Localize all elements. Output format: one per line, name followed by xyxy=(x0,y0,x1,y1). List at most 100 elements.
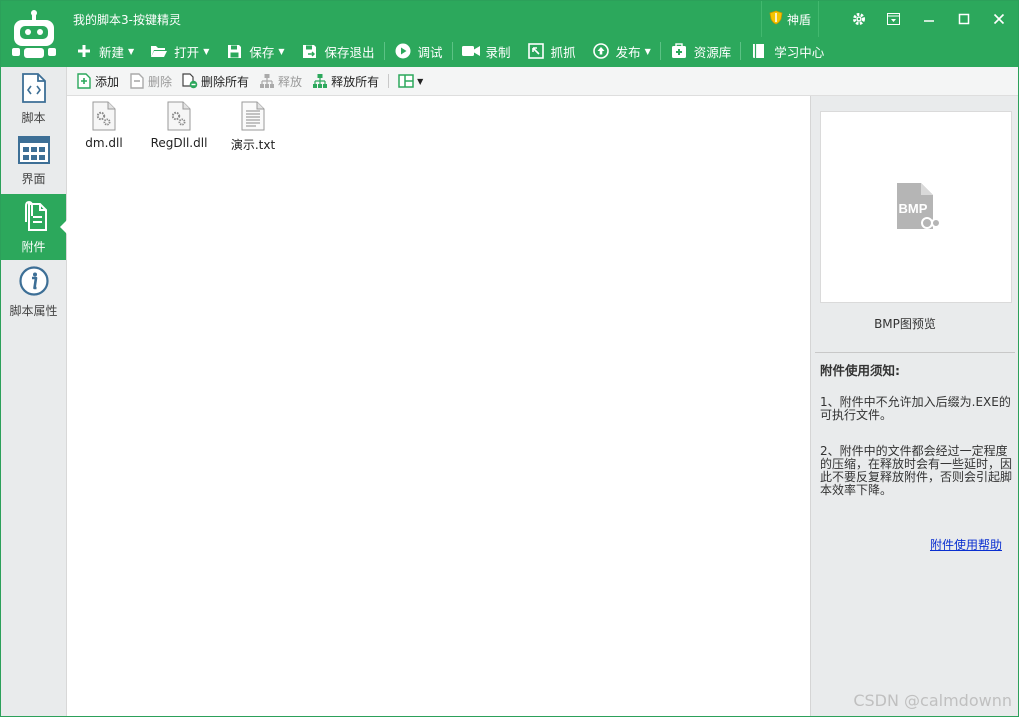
publish-label: 发布 xyxy=(615,44,641,60)
save-exit-icon xyxy=(301,42,319,60)
title-toolbar-bar: 我的脚本3-按键精灵 神盾 新建 ▼ 打开 ▼ 保存 ▼ 保存退出 调试 录制 … xyxy=(1,1,1018,67)
save-exit-label: 保存退出 xyxy=(324,44,375,60)
file-item[interactable]: RegDll.dll xyxy=(142,101,216,150)
capture-label: 抓抓 xyxy=(550,44,576,60)
sidebar-item-label: 脚本 xyxy=(21,111,46,125)
delete-label: 删除 xyxy=(148,74,173,89)
open-button[interactable]: 打开 ▼ xyxy=(142,37,217,65)
settings-button[interactable] xyxy=(841,1,876,37)
release-all-tree-icon xyxy=(312,73,328,89)
shield-button[interactable]: 神盾 xyxy=(761,1,819,37)
delete-attachment-button[interactable]: 删除 xyxy=(124,67,177,96)
panel-divider xyxy=(815,352,1015,353)
debug-button[interactable]: 调试 xyxy=(386,37,451,65)
release-all-button[interactable]: 释放所有 xyxy=(307,67,384,96)
window-title: 我的脚本3-按键精灵 xyxy=(73,13,181,27)
app-window: 我的脚本3-按键精灵 神盾 新建 ▼ 打开 ▼ 保存 ▼ 保存退出 调试 录制 … xyxy=(0,0,1019,717)
resource-library-label: 资源库 xyxy=(693,44,732,60)
chevron-down-icon: ▼ xyxy=(278,46,285,56)
gear-icon xyxy=(852,13,865,25)
publish-button[interactable]: 发布 ▼ xyxy=(584,37,659,65)
resource-box-icon xyxy=(670,42,688,60)
window-controls xyxy=(841,1,1016,37)
record-button[interactable]: 录制 xyxy=(454,37,519,65)
chevron-down-icon: ▼ xyxy=(644,46,651,56)
chevron-down-icon: ▼ xyxy=(417,76,424,86)
file-item[interactable]: dm.dll xyxy=(67,101,141,150)
sidebar-item-interface[interactable]: 界面 xyxy=(1,130,66,196)
file-name: 演示.txt xyxy=(230,138,276,152)
close-icon xyxy=(993,13,1004,25)
release-tree-icon xyxy=(259,73,275,89)
close-button[interactable] xyxy=(981,1,1016,37)
save-button[interactable]: 保存 ▼ xyxy=(217,37,292,65)
bmp-preview-box: BMP xyxy=(820,111,1012,303)
attachment-toolbar: 添加 删除 删除所有 释放 释放所有 ▼ xyxy=(67,67,1018,96)
toolbar-divider xyxy=(451,42,453,60)
chevron-down-icon: ▼ xyxy=(203,46,210,56)
add-attachment-button[interactable]: 添加 xyxy=(71,67,124,96)
toolbar-divider xyxy=(659,42,661,60)
interface-icon xyxy=(17,136,50,164)
add-file-icon xyxy=(76,73,92,89)
sidebar-item-script[interactable]: 脚本 xyxy=(1,67,66,133)
bmp-file-icon: BMP xyxy=(897,183,941,229)
debug-label: 调试 xyxy=(417,44,443,60)
resource-library-button[interactable]: 资源库 xyxy=(662,37,740,65)
capture-icon xyxy=(527,42,545,60)
learning-center-button[interactable]: 学习中心 xyxy=(742,37,832,65)
chevron-down-icon: ▼ xyxy=(128,46,135,56)
delete-all-files-icon xyxy=(182,73,198,89)
sidebar-item-attachment[interactable]: 附件 xyxy=(1,194,67,260)
minimize-button[interactable] xyxy=(911,1,946,37)
view-mode-button[interactable]: ▼ xyxy=(393,67,428,96)
notice-item-2: 2、附件中的文件都会经过一定程度的压缩，在释放时会有一些延时，因此不要反复释放附… xyxy=(820,444,1013,497)
notice-item-1: 1、附件中不允许加入后缀为.EXE的可执行文件。 xyxy=(820,395,1011,422)
plus-icon xyxy=(75,42,93,60)
shield-label: 神盾 xyxy=(786,12,811,27)
watermark-text: CSDN @calmdownn xyxy=(853,691,1012,710)
sidebar-item-label: 脚本属性 xyxy=(9,304,58,318)
dropdown-menu-icon xyxy=(887,13,900,25)
maximize-icon xyxy=(958,13,969,25)
minimize-icon xyxy=(923,20,934,22)
menu-dropdown-button[interactable] xyxy=(876,1,911,37)
sidebar-item-script-properties[interactable]: 脚本属性 xyxy=(1,260,66,326)
toolbar-divider xyxy=(388,74,390,88)
left-sidebar: 脚本 界面 附件 脚本属性 xyxy=(1,67,67,716)
release-all-label: 释放所有 xyxy=(331,74,380,89)
shield-icon xyxy=(769,10,783,28)
delete-all-button[interactable]: 删除所有 xyxy=(177,67,254,96)
release-label: 释放 xyxy=(278,74,303,89)
new-button[interactable]: 新建 ▼ xyxy=(67,37,142,65)
new-label: 新建 xyxy=(99,44,125,60)
release-button[interactable]: 释放 xyxy=(254,67,307,96)
preview-caption: BMP图预览 xyxy=(874,317,936,331)
dll-file-icon xyxy=(167,101,191,131)
learning-center-label: 学习中心 xyxy=(774,44,825,60)
sidebar-item-label: 界面 xyxy=(21,172,46,186)
file-item[interactable]: 演示.txt xyxy=(216,101,290,153)
open-label: 打开 xyxy=(174,44,200,60)
info-icon xyxy=(18,266,49,296)
add-label: 添加 xyxy=(95,74,120,89)
play-circle-icon xyxy=(394,42,412,60)
delete-file-icon xyxy=(129,73,145,89)
layout-view-icon xyxy=(398,73,414,89)
txt-file-icon xyxy=(241,101,265,131)
notice-title: 附件使用须知: xyxy=(820,363,900,378)
toolbar-divider xyxy=(740,42,742,60)
save-exit-button[interactable]: 保存退出 xyxy=(293,37,383,65)
main-toolbar: 新建 ▼ 打开 ▼ 保存 ▼ 保存退出 调试 录制 抓抓 发布 ▼ 资源库 学习… xyxy=(67,37,832,65)
attachment-help-link[interactable]: 附件使用帮助 xyxy=(930,536,1002,553)
dll-file-icon xyxy=(92,101,116,131)
upload-circle-icon xyxy=(592,42,610,60)
file-name: RegDll.dll xyxy=(150,136,208,150)
folder-open-icon xyxy=(150,42,168,60)
capture-button[interactable]: 抓抓 xyxy=(519,37,584,65)
maximize-button[interactable] xyxy=(946,1,981,37)
bmp-badge: BMP xyxy=(899,201,928,216)
record-label: 录制 xyxy=(485,44,511,60)
file-name: dm.dll xyxy=(85,136,123,150)
attachment-icon xyxy=(24,200,47,231)
